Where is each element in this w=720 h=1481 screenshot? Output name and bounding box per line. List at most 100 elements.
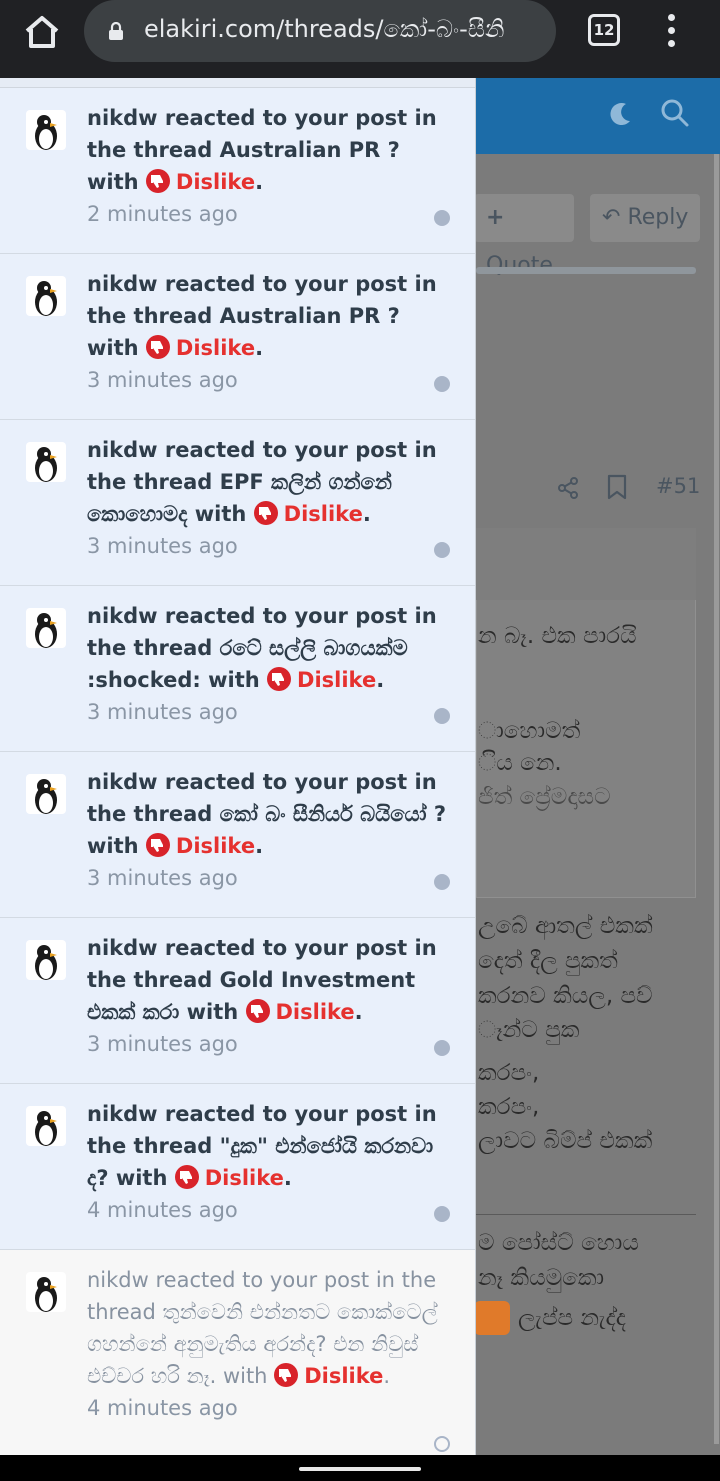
thumbs-down-icon — [253, 501, 278, 525]
notification-time: 2 minutes ago — [87, 202, 238, 226]
notification-time: 3 minutes ago — [87, 368, 238, 392]
notification-user[interactable]: nikdw — [87, 272, 158, 296]
notification-time: 3 minutes ago — [87, 534, 238, 558]
read-dot[interactable] — [434, 1436, 450, 1452]
unread-dot[interactable] — [434, 210, 450, 226]
url-text: elakiri.com/threads/කෝ-බං-සීනි — [144, 15, 505, 43]
reaction-label: Dislike — [175, 336, 256, 360]
avatar[interactable] — [26, 608, 66, 648]
post-text-line: දෙත් දීල පුකත් — [478, 948, 618, 974]
notification-user[interactable]: nikdw — [87, 1102, 158, 1126]
post-text-line: කරනව කියල, පව් — [478, 983, 653, 1009]
reaction-label: Dislike — [204, 1166, 284, 1190]
notification-item[interactable]: nikdw reacted to your post in the thread… — [0, 752, 475, 918]
notification-user[interactable]: nikdw — [87, 936, 158, 960]
post-text-line: ජිත් ප්‍රේමදාසට — [478, 784, 611, 810]
notification-user[interactable]: nikdw — [87, 1268, 149, 1292]
unread-dot[interactable] — [434, 542, 450, 558]
notification-user[interactable]: nikdw — [87, 770, 158, 794]
avatar[interactable] — [26, 1272, 66, 1312]
notification-item[interactable]: nikdw reacted to your post in the thread… — [0, 586, 475, 752]
reaction-label: Dislike — [275, 1000, 355, 1024]
thumbs-down-icon — [245, 999, 270, 1023]
notification-time: 3 minutes ago — [87, 1032, 238, 1056]
notification-user[interactable]: nikdw — [87, 604, 158, 628]
browser-toolbar: elakiri.com/threads/කෝ-බං-සීනි 12 — [0, 0, 720, 78]
notification-item[interactable]: nikdw reacted to your post in the thread… — [0, 254, 475, 420]
thumbs-down-icon — [267, 667, 292, 691]
notification-with: with — [222, 1364, 268, 1388]
quote-button[interactable]: + Quote — [474, 194, 574, 278]
notification-time: 4 minutes ago — [87, 1198, 238, 1222]
post-number[interactable]: #51 — [656, 474, 700, 498]
search-icon[interactable] — [660, 98, 690, 132]
notification-item[interactable]: nikdw reacted to your post in the thread… — [0, 1084, 475, 1250]
avatar[interactable] — [26, 940, 66, 980]
notification-user[interactable]: nikdw — [87, 438, 158, 462]
bookmark-icon[interactable] — [606, 474, 628, 504]
reaction-label: Dislike — [175, 170, 256, 194]
page-scrollbar[interactable] — [714, 154, 719, 1444]
more-menu-icon[interactable] — [664, 12, 680, 48]
tab-switcher-button[interactable]: 12 — [588, 14, 620, 46]
notification-time: 3 minutes ago — [87, 700, 238, 724]
post-text-line: න බෑ. එක පාරයි — [478, 623, 637, 649]
unread-dot[interactable] — [434, 874, 450, 890]
unread-dot[interactable] — [434, 1040, 450, 1056]
share-icon[interactable] — [556, 476, 580, 504]
notification-with: with — [87, 170, 139, 194]
lock-icon — [108, 21, 124, 40]
post-text-line: ලැප්ප නැද්ද — [518, 1305, 626, 1331]
notification-with: with — [87, 336, 139, 360]
quote-header — [476, 528, 696, 600]
reaction-label: Dislike — [297, 668, 377, 692]
gesture-handle[interactable] — [299, 1467, 421, 1471]
url-bar[interactable]: elakiri.com/threads/කෝ-බං-සීනි — [84, 0, 556, 62]
reaction-label: Dislike — [304, 1364, 384, 1388]
thumbs-down-icon — [274, 1363, 299, 1387]
reply-button[interactable]: ↶ Reply — [590, 194, 700, 242]
unread-dot[interactable] — [434, 376, 450, 392]
panel-top-edge — [0, 78, 475, 88]
post-text-line: ෑන්ට පුක — [478, 1017, 580, 1043]
thumbs-down-icon — [174, 1165, 199, 1189]
notifications-panel: nikdw reacted to your post in the thread… — [0, 78, 476, 1455]
thumbs-down-icon — [145, 169, 170, 193]
post-text-line: උබේ ආතල් එකක් — [478, 913, 653, 939]
post-text-line: ාහොමත් — [478, 718, 581, 744]
divider — [476, 267, 696, 274]
notification-with: with — [87, 834, 139, 858]
reply-label: Reply — [627, 205, 689, 230]
grin-emoji-icon — [474, 1301, 510, 1335]
post-text-line: කරපං, — [478, 1094, 540, 1120]
post-text-line: නෑ කියමුකො — [478, 1265, 605, 1291]
notification-item[interactable]: nikdw reacted to your post in the thread… — [0, 1250, 475, 1455]
avatar[interactable] — [26, 1106, 66, 1146]
avatar[interactable] — [26, 774, 66, 814]
unread-dot[interactable] — [434, 708, 450, 724]
notification-with: with — [115, 1166, 168, 1190]
notification-thread[interactable]: Australian PR ? — [220, 138, 400, 162]
moon-icon[interactable] — [606, 100, 634, 132]
notification-item[interactable]: nikdw reacted to your post in the thread… — [0, 88, 475, 254]
notification-thread[interactable]: කෝ බං සීනියර් බයියෝ ? — [220, 802, 446, 826]
plus-icon: + — [486, 205, 505, 230]
avatar[interactable] — [26, 276, 66, 316]
notification-with: with — [186, 1000, 239, 1024]
avatar[interactable] — [26, 110, 66, 150]
reaction-label: Dislike — [283, 502, 363, 526]
notification-thread[interactable]: Australian PR ? — [220, 304, 400, 328]
notification-with: with — [194, 502, 247, 526]
notification-time: 3 minutes ago — [87, 866, 238, 890]
unread-dot[interactable] — [434, 1206, 450, 1222]
notification-item[interactable]: nikdw reacted to your post in the thread… — [0, 420, 475, 586]
avatar[interactable] — [26, 442, 66, 482]
quote-label: Quote — [486, 253, 553, 278]
system-nav-bar — [0, 1455, 720, 1481]
home-icon[interactable] — [22, 14, 62, 50]
notification-item[interactable]: nikdw reacted to your post in the thread… — [0, 918, 475, 1084]
post-text-line: ලාවට බිම්ප් එකක් — [478, 1128, 653, 1154]
thumbs-down-icon — [145, 335, 170, 359]
notification-user[interactable]: nikdw — [87, 106, 158, 130]
notification-with: with — [208, 668, 260, 692]
